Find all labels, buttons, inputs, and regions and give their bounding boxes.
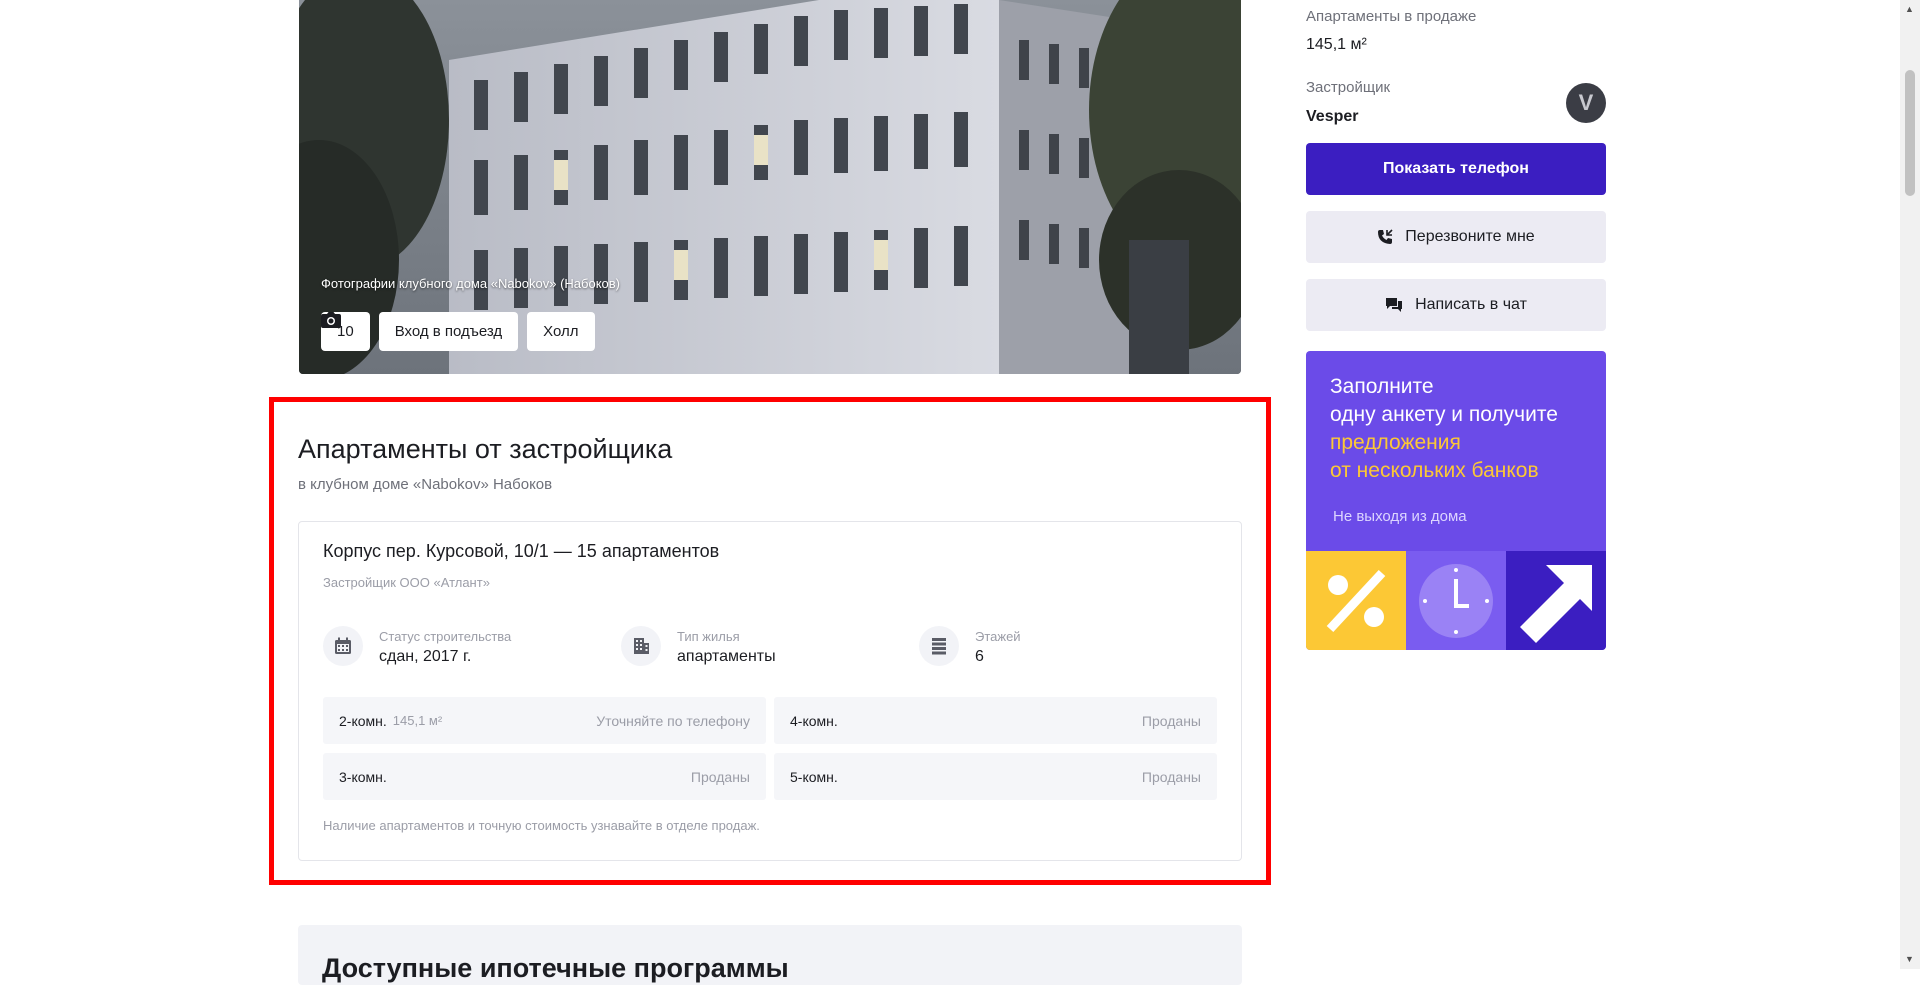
chat-label: Написать в чат (1415, 296, 1527, 313)
room-area: 145,1 м² (392, 713, 443, 728)
fact-label: Статус строительства (379, 629, 512, 644)
fact-value: сдан, 2017 г. (379, 648, 472, 665)
fact-value: 6 (975, 648, 984, 665)
photo-chips: 10 Вход в подъезд Холл (321, 312, 595, 351)
promo-line-2: одну анкету и получите (1330, 403, 1558, 426)
room-row-4[interactable]: 4-комн. Проданы (774, 697, 1217, 744)
chip-entrance[interactable]: Вход в подъезд (378, 312, 519, 351)
room-status: Проданы (1141, 712, 1201, 729)
sale-value: 145,1 м² (1306, 36, 1367, 53)
photo-caption: Фотографии клубного дома «Nabokov» (Набо… (321, 276, 621, 291)
mortgage-section: Доступные ипотечные программы (298, 925, 1242, 985)
building-title: Корпус пер. Курсовой, 10/1 — 15 апартаме… (323, 541, 720, 561)
building-photo[interactable]: Фотографии клубного дома «Nabokov» (Набо… (299, 0, 1241, 374)
fact-status: Статус строительства сдан, 2017 г. (323, 626, 621, 666)
callback-label: Перезвоните мне (1405, 228, 1535, 245)
chat-button[interactable]: Написать в чат (1306, 279, 1606, 331)
room-name: 4-комн. (790, 712, 838, 729)
percent-tile (1306, 551, 1406, 650)
show-phone-button[interactable]: Показать телефон (1306, 143, 1606, 195)
section-title: Апартаменты от застройщика (298, 434, 673, 464)
promo-line-1: Заполните (1330, 375, 1434, 398)
camera-icon (321, 312, 341, 328)
calendar-icon (323, 626, 363, 666)
rooms-grid: 2-комн. 145,1 м² Уточняйте по телефону 4… (323, 697, 1219, 800)
fact-label: Тип жилья (677, 629, 740, 644)
room-name: 5-комн. (790, 768, 838, 785)
developer-logo[interactable]: V (1566, 83, 1606, 123)
room-status: Проданы (690, 768, 750, 785)
photo-count-button[interactable]: 10 (321, 312, 370, 351)
fact-label: Этажей (975, 629, 1021, 644)
room-status: Уточняйте по телефону (596, 712, 750, 729)
percent-icon (1326, 569, 1386, 633)
section-subtitle: в клубном доме «Nabokov» Набоков (298, 476, 553, 493)
room-name: 2-комн. (339, 712, 387, 729)
fact-value: апартаменты (677, 648, 776, 665)
building-icon (621, 626, 661, 666)
room-row-3[interactable]: 3-комн. Проданы (323, 753, 766, 800)
show-phone-label: Показать телефон (1383, 160, 1529, 177)
developer-value[interactable]: Vesper (1306, 108, 1358, 126)
room-row-5[interactable]: 5-комн. Проданы (774, 753, 1217, 800)
callback-button[interactable]: Перезвоните мне (1306, 211, 1606, 263)
building-developer: Застройщик ООО «Атлант» (323, 575, 490, 590)
chip-hall[interactable]: Холл (527, 312, 595, 351)
scroll-down-icon[interactable]: ▼ (1905, 954, 1914, 964)
developer-label: Застройщик (1306, 79, 1391, 96)
promo-subtitle: Не выходя из дома (1333, 508, 1467, 525)
building-note: Наличие апартаментов и точную стоимость … (323, 818, 760, 833)
phone-callback-icon (1378, 229, 1393, 244)
arrow-tile (1506, 551, 1606, 650)
clock-icon (1419, 564, 1493, 638)
chat-icon (1386, 298, 1403, 312)
promo-line-4: от нескольких банков (1330, 459, 1539, 482)
clock-tile (1406, 551, 1506, 650)
scrollbar-thumb[interactable] (1905, 70, 1915, 196)
arrow-up-right-icon (1520, 565, 1592, 643)
room-status: Проданы (1141, 768, 1201, 785)
promo-line-3: предложения (1330, 431, 1461, 454)
room-name: 3-комн. (339, 768, 387, 785)
mortgage-promo-banner[interactable]: Заполните одну анкету и получите предлож… (1306, 351, 1606, 650)
floors-icon (919, 626, 959, 666)
sale-label: Апартаменты в продаже (1306, 8, 1477, 25)
fact-type: Тип жилья апартаменты (621, 626, 919, 666)
room-row-2[interactable]: 2-комн. 145,1 м² Уточняйте по телефону (323, 697, 766, 744)
scroll-up-icon[interactable]: ▲ (1905, 4, 1914, 14)
fact-floors: Этажей 6 (919, 626, 1217, 666)
building-facts: Статус строительства сдан, 2017 г. Тип ж… (323, 626, 1223, 666)
building-card: Корпус пер. Курсовой, 10/1 — 15 апартаме… (298, 521, 1242, 861)
